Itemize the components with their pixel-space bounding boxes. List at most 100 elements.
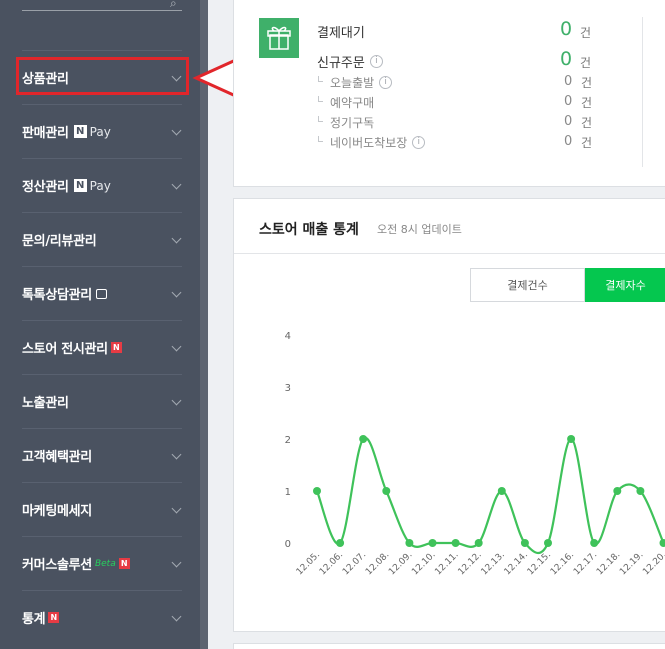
search-underline[interactable] bbox=[22, 10, 182, 11]
y-tick-label: 4 bbox=[285, 331, 291, 342]
order-naver-guarantee[interactable]: 네이버도착보장 i bbox=[330, 134, 426, 151]
data-point[interactable] bbox=[590, 539, 599, 547]
sidebar-item-label: 톡톡상담관리 bbox=[22, 288, 92, 303]
naverpay-text: Pay bbox=[89, 124, 111, 139]
data-point[interactable] bbox=[359, 435, 368, 443]
data-point[interactable] bbox=[520, 539, 529, 547]
data-point[interactable] bbox=[382, 487, 391, 495]
divider bbox=[234, 253, 665, 254]
info-icon[interactable]: i bbox=[379, 76, 393, 89]
new-badge-icon: N bbox=[110, 342, 122, 353]
x-tick-label: 12.19. bbox=[618, 550, 645, 577]
sidebar-item-sales[interactable]: 판매관리 N Pay bbox=[22, 104, 182, 158]
stats-updated: 오전 8시 업데이트 bbox=[377, 223, 462, 236]
chevron-down-icon bbox=[171, 341, 182, 352]
x-tick-label: 12.10. bbox=[410, 550, 437, 577]
sidebar-item-statistics[interactable]: 통계 N bbox=[22, 590, 182, 644]
sidebar-item-talktalk[interactable]: 톡톡상담관리 bbox=[22, 266, 182, 320]
naverpay-text: Pay bbox=[89, 178, 111, 193]
order-new[interactable]: 신규주문 i bbox=[317, 52, 383, 71]
chevron-down-icon bbox=[171, 449, 182, 460]
chevron-down-icon bbox=[171, 125, 182, 136]
y-tick-label: 2 bbox=[285, 435, 291, 446]
data-point[interactable] bbox=[405, 539, 414, 547]
tab-payment-count[interactable]: 결제건수 bbox=[470, 268, 585, 302]
chevron-down-icon bbox=[171, 179, 182, 190]
sub-item-marker bbox=[318, 76, 323, 82]
sidebar-item-label: 스토어 전시관리 bbox=[22, 342, 108, 357]
sidebar-item-label: 노출관리 bbox=[22, 396, 69, 411]
data-point[interactable] bbox=[613, 487, 622, 495]
data-point[interactable] bbox=[636, 487, 645, 495]
order-reservation-unit: 건 bbox=[581, 96, 593, 110]
order-new-unit: 건 bbox=[580, 56, 592, 70]
sidebar-item-marketing-message[interactable]: 마케팅메세지 bbox=[22, 482, 182, 536]
order-pending-unit: 건 bbox=[580, 26, 592, 40]
stats-title: 스토어 매출 통계 bbox=[259, 222, 359, 238]
order-subscription-count[interactable]: 0 bbox=[564, 114, 572, 129]
order-today-ship-unit: 건 bbox=[581, 76, 593, 90]
new-badge-icon: N bbox=[48, 612, 60, 623]
order-subscription[interactable]: 정기구독 bbox=[330, 114, 374, 131]
naverpay-n-icon: N bbox=[73, 179, 87, 192]
sidebar-item-store-display[interactable]: 스토어 전시관리 N bbox=[22, 320, 182, 374]
data-point[interactable] bbox=[497, 487, 506, 495]
data-point[interactable] bbox=[451, 539, 460, 547]
x-tick-label: 12.09. bbox=[387, 550, 414, 577]
y-tick-label: 0 bbox=[285, 539, 291, 550]
order-today-ship[interactable]: 오늘출발 i bbox=[330, 74, 393, 91]
order-naver-guarantee-label: 네이버도착보장 bbox=[330, 136, 408, 150]
sub-item-marker bbox=[318, 96, 323, 102]
beta-badge: Beta bbox=[94, 558, 116, 569]
order-naver-guarantee-count[interactable]: 0 bbox=[564, 134, 572, 149]
sub-item-marker bbox=[318, 136, 323, 142]
order-subscription-label: 정기구독 bbox=[330, 116, 375, 130]
sidebar-item-commerce-solution[interactable]: 커머스솔루션 Beta N bbox=[22, 536, 182, 590]
sidebar-item-exposure[interactable]: 노출관리 bbox=[22, 374, 182, 428]
sales-stats-panel: 스토어 매출 통계 오전 8시 업데이트 결제건수 결제자수 0 1 2 3 4 12.0… bbox=[233, 198, 665, 632]
data-point[interactable] bbox=[659, 539, 665, 547]
chevron-down-icon bbox=[171, 503, 182, 514]
x-tick-label: 12.14. bbox=[503, 550, 530, 577]
x-tick-label: 12.17. bbox=[572, 550, 599, 577]
tab-payer-count[interactable]: 결제자수 bbox=[585, 268, 665, 302]
sidebar-item-label: 마케팅메세지 bbox=[22, 504, 92, 519]
sidebar-item-benefits[interactable]: 고객혜택관리 bbox=[22, 428, 182, 482]
data-point[interactable] bbox=[336, 539, 345, 547]
sidebar-item-label: 정산관리 bbox=[22, 180, 69, 195]
chevron-down-icon bbox=[171, 611, 182, 622]
order-reservation-count[interactable]: 0 bbox=[564, 94, 572, 109]
order-reservation[interactable]: 예약구매 bbox=[330, 94, 374, 111]
sidebar-item-inquiry-review[interactable]: 문의/리뷰관리 bbox=[22, 212, 182, 266]
highlight-box bbox=[16, 57, 189, 95]
data-point[interactable] bbox=[567, 435, 576, 443]
chat-bubble-icon bbox=[95, 286, 107, 299]
x-tick-label: 12.18. bbox=[595, 550, 622, 577]
order-status-panel: 결제대기 0 건 신규주문 i 0 건 오늘출발 i 0 건 예약구매 0 건 … bbox=[233, 0, 665, 187]
search-icon[interactable]: ⌕ bbox=[170, 0, 177, 11]
chevron-down-icon bbox=[171, 557, 182, 568]
order-today-ship-count[interactable]: 0 bbox=[564, 74, 572, 89]
data-point[interactable] bbox=[544, 539, 552, 547]
x-tick-label: 12.06. bbox=[318, 550, 345, 577]
sub-item-marker bbox=[318, 116, 323, 122]
sidebar-item-settlement[interactable]: 정산관리 N Pay bbox=[22, 158, 182, 212]
data-point[interactable] bbox=[474, 539, 483, 547]
order-pending-count[interactable]: 0 bbox=[560, 18, 572, 40]
order-new-count[interactable]: 0 bbox=[560, 48, 572, 70]
new-badge-icon: N bbox=[118, 558, 130, 569]
x-tick-label: 12.13. bbox=[480, 550, 507, 577]
x-tick-label: 12.12. bbox=[456, 550, 483, 577]
order-pending[interactable]: 결제대기 bbox=[317, 22, 365, 41]
y-tick-label: 1 bbox=[285, 487, 291, 498]
x-tick-label: 12.05. bbox=[295, 550, 322, 577]
x-tick-label: 12.08. bbox=[364, 550, 391, 577]
order-subscription-unit: 건 bbox=[581, 116, 593, 130]
info-icon[interactable]: i bbox=[412, 136, 426, 149]
data-point[interactable] bbox=[313, 487, 321, 495]
order-pending-label: 결제대기 bbox=[317, 26, 365, 41]
y-tick-label: 3 bbox=[285, 383, 291, 394]
naverpay-n-icon: N bbox=[73, 125, 87, 138]
info-icon[interactable]: i bbox=[369, 55, 383, 68]
data-point[interactable] bbox=[428, 539, 437, 547]
